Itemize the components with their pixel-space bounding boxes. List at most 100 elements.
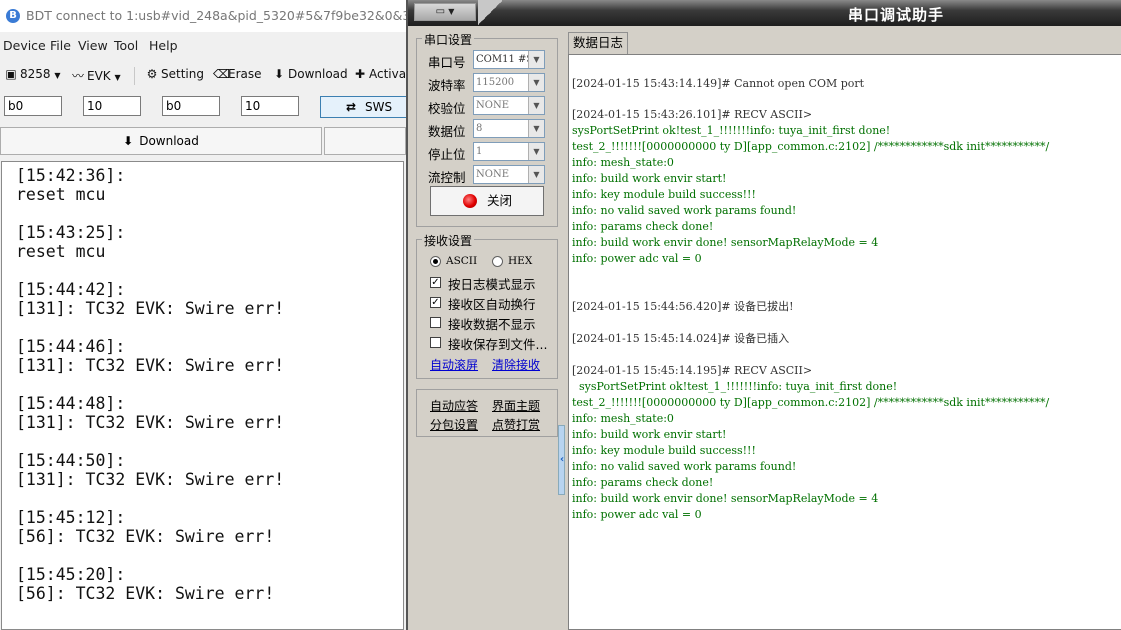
erase-button[interactable]: ⌫Erase <box>213 67 262 81</box>
receive-area[interactable]: [2024-01-15 15:43:14.149]# Cannot open C… <box>568 54 1121 630</box>
menu-file[interactable]: File <box>50 38 71 53</box>
bdt-menu-bar: Device File View Tool Help <box>0 34 406 56</box>
chevron-down-icon: ▼ <box>448 7 455 16</box>
recv-line: info: power adc val = 0 <box>572 252 702 265</box>
splitter-grip[interactable]: ‹ <box>558 425 565 495</box>
chip-select-button[interactable]: ▣ 8258 ▼ <box>5 67 61 81</box>
auto-reply-link[interactable]: 自动应答 <box>430 397 478 414</box>
len-input-1[interactable] <box>83 96 141 116</box>
auto-scroll-link[interactable]: 自动滚屏 <box>430 356 478 373</box>
log-timestamp: [15:45:20]: <box>16 565 126 584</box>
secondary-action-button[interactable] <box>324 127 406 155</box>
chevron-left-icon: ‹ <box>559 454 565 465</box>
download-icon: ⬇ <box>123 134 134 148</box>
log-message: reset mcu <box>16 242 106 261</box>
hex-label: HEX <box>508 255 533 267</box>
recv-line: sysPortSetPrint ok!test_1_!!!!!!!info: t… <box>572 124 891 137</box>
sws-button[interactable]: ⇄ SWS <box>320 96 406 118</box>
menu-help[interactable]: Help <box>149 38 178 53</box>
auto-wrap-checkbox[interactable]: ✓ <box>430 297 441 308</box>
recv-line: [2024-01-15 15:43:26.101]# RECV ASCII> <box>572 108 813 121</box>
log-message: [56]: TC32 EVK: Swire err! <box>16 527 275 546</box>
toolbar-divider <box>134 67 135 85</box>
log-timestamp: [15:42:36]: <box>16 166 126 185</box>
hide-data-checkbox[interactable] <box>430 317 441 328</box>
bdt-toolbar: ▣ 8258 ▼ 〰 EVK ▼ ⚙ Setting ⌫Erase ⬇ Download… <box>0 63 406 89</box>
bdt-log-area[interactable]: [15:42:36]: reset mcu [15:43:25]: reset mcu… <box>1 161 404 630</box>
download-button[interactable]: ⬇ Download <box>0 127 322 155</box>
recv-line: info: no valid saved work params found! <box>572 204 797 217</box>
recv-line: sysPortSetPrint ok!test_1_!!!!!!!info: t… <box>572 380 898 393</box>
log-timestamp: [15:44:42]: <box>16 280 126 299</box>
menu-tool[interactable]: Tool <box>114 38 138 53</box>
toolbar-download-button[interactable]: ⬇ Download <box>273 67 348 81</box>
like-tip-link[interactable]: 点赞打赏 <box>492 416 540 433</box>
menu-view[interactable]: View <box>78 38 108 53</box>
bdt-app-icon: B <box>6 9 20 23</box>
evk-select-button[interactable]: 〰 EVK ▼ <box>72 67 121 84</box>
activate-button[interactable]: ✚Activate <box>354 67 406 81</box>
recv-settings-label: 接收设置 <box>422 232 475 249</box>
recv-line: info: key module build success!!! <box>572 444 756 457</box>
signal-icon: 〰 <box>72 69 85 83</box>
recv-line: info: build work envir start! <box>572 172 727 185</box>
plus-icon: ✚ <box>354 67 366 81</box>
chevron-down-icon: ▼ <box>528 97 544 114</box>
port-settings-label: 串口设置 <box>422 31 475 48</box>
stop-bits-select[interactable]: 1 ▼ <box>473 142 545 161</box>
log-message: [131]: TC32 EVK: Swire err! <box>16 470 285 489</box>
chevron-down-icon: ▼ <box>54 71 61 80</box>
field-label: 数据位 <box>428 124 466 139</box>
log-message: [131]: TC32 EVK: Swire err! <box>16 299 285 318</box>
recv-line: [2024-01-15 15:45:14.195]# RECV ASCII> <box>572 364 813 377</box>
addr-input-2[interactable] <box>162 96 220 116</box>
port-status-led-icon <box>463 194 477 208</box>
recv-line: test_2_!!!!!!![0000000000 ty D][app_comm… <box>572 140 1050 153</box>
recv-line: test_2_!!!!!!![0000000000 ty D][app_comm… <box>572 396 1050 409</box>
len-input-2[interactable] <box>241 96 299 116</box>
recv-line: info: mesh_state:0 <box>572 412 674 425</box>
recv-line: [2024-01-15 15:45:14.024]# 设备已插入 <box>572 332 790 345</box>
field-label: 流控制 <box>428 170 466 185</box>
title-wedge-decoration <box>478 0 502 26</box>
chevron-down-icon: ▼ <box>114 73 121 82</box>
field-label: 波特率 <box>428 78 466 93</box>
panel-splitter[interactable]: ‹ <box>558 30 566 630</box>
hex-radio[interactable] <box>492 256 503 267</box>
tab-data-log[interactable]: 数据日志 <box>568 32 628 54</box>
data-bits-select[interactable]: 8 ▼ <box>473 119 545 138</box>
flow-control-select[interactable]: NONE ▼ <box>473 165 545 184</box>
recv-line: info: mesh_state:0 <box>572 156 674 169</box>
menu-device[interactable]: Device <box>3 38 46 53</box>
sa-title-bar: ▭ ▼ 串口调试助手 <box>408 0 1121 26</box>
parity-select[interactable]: NONE ▼ <box>473 96 545 115</box>
theme-link[interactable]: 界面主题 <box>492 397 540 414</box>
recv-line: info: build work envir start! <box>572 428 727 441</box>
ascii-label: ASCII <box>446 255 478 267</box>
log-message: reset mcu <box>16 185 106 204</box>
app-icon: ▭ <box>435 6 446 17</box>
save-to-file-checkbox[interactable] <box>430 337 441 348</box>
clear-recv-link[interactable]: 清除接收 <box>492 356 540 373</box>
setting-button[interactable]: ⚙ Setting <box>146 67 204 81</box>
chevron-down-icon: ▼ <box>528 51 544 68</box>
checkbox-label: 接收区自动换行 <box>448 297 536 312</box>
recv-line: info: params check done! <box>572 220 714 233</box>
close-port-button[interactable]: 关闭 <box>430 186 544 216</box>
chip-icon: ▣ <box>5 67 17 81</box>
log-mode-checkbox[interactable]: ✓ <box>430 277 441 288</box>
packet-split-link[interactable]: 分包设置 <box>430 416 478 433</box>
tab-bar: 数据日志 <box>568 30 1121 54</box>
recv-line: info: build work envir done! sensorMapRe… <box>572 492 879 505</box>
ascii-radio[interactable] <box>430 256 441 267</box>
field-label: 串口号 <box>428 55 466 70</box>
addr-input-1[interactable] <box>4 96 62 116</box>
recv-line: [2024-01-15 15:44:56.420]# 设备已拔出! <box>572 300 794 313</box>
com-port-select[interactable]: COM11 #Si ▼ <box>473 50 545 69</box>
log-timestamp: [15:44:46]: <box>16 337 126 356</box>
download-bar: ⬇ Download <box>0 127 406 157</box>
serial-assistant-window: ▭ ▼ 串口调试助手 串口设置 串口号 COM11 #Si ▼ 波特率 11520… <box>406 0 1121 630</box>
log-timestamp: [15:45:12]: <box>16 508 126 527</box>
system-menu-button[interactable]: ▭ ▼ <box>414 3 476 21</box>
baud-rate-select[interactable]: 115200 ▼ <box>473 73 545 92</box>
